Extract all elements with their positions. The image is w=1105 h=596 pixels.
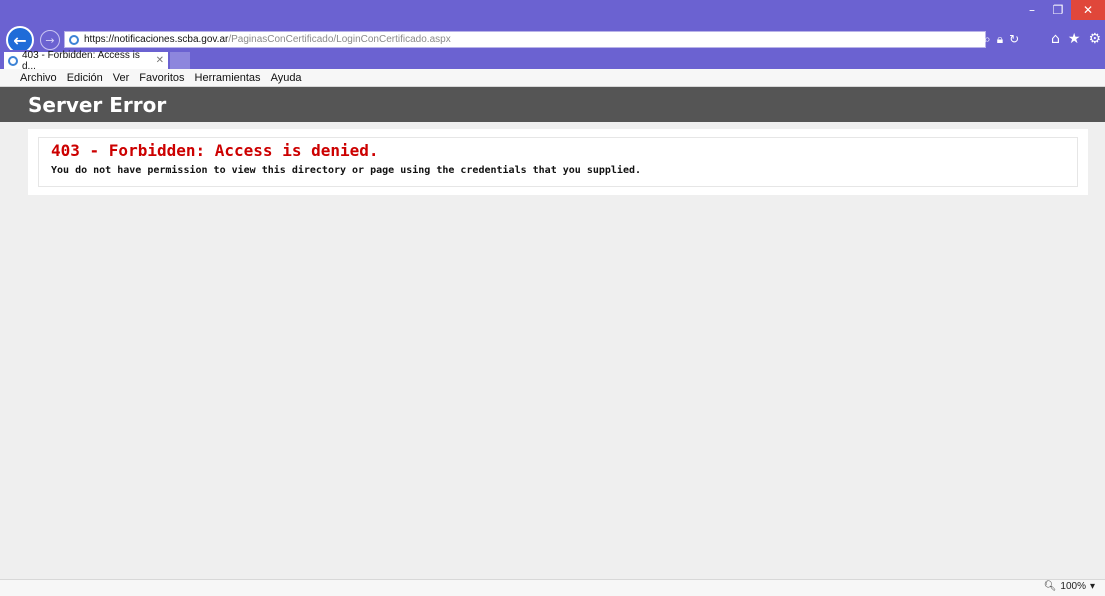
back-arrow-icon: ← [13,30,27,50]
gear-icon[interactable]: ⚙ [1088,31,1101,47]
browser-toolbar: ⌂ ★ ⚙ [1051,30,1101,48]
menu-item-ver[interactable]: Ver [113,72,130,84]
menu-item-ayuda[interactable]: Ayuda [271,72,302,84]
url-path: /PaginasConCertificado/LoginConCertifica… [228,34,451,45]
error-box: 403 - Forbidden: Access is denied. You d… [38,137,1078,187]
error-title: 403 - Forbidden: Access is denied. [51,141,379,160]
forward-arrow-icon: → [45,33,55,47]
search-icon[interactable]: ⌕ [984,32,991,47]
zoom-control[interactable]: 🔍︎ 100% ▾ [1044,581,1095,592]
close-icon[interactable]: ✕ [1071,0,1105,20]
page-header: Server Error [0,87,1105,122]
restore-icon[interactable]: ❐ [1045,0,1071,20]
chevron-down-icon: ▾ [1089,581,1095,592]
window-controls: – ❐ ✕ [1019,0,1105,20]
url-host: https://notificaciones.scba.gov.ar [84,34,229,45]
ie-tab-icon [8,55,18,66]
zoom-icon: 🔍︎ [1043,581,1057,592]
favorites-star-icon[interactable]: ★ [1068,31,1081,47]
forward-button[interactable]: → [40,30,60,50]
page-title: Server Error [28,92,167,117]
home-icon[interactable]: ⌂ [1051,31,1060,47]
error-message: You do not have permission to view this … [51,165,642,176]
refresh-icon[interactable]: ↻ [1009,32,1019,46]
minimize-icon[interactable]: – [1019,0,1045,20]
browser-titlebar: – ❐ ✕ ← → https://notificaciones.scba.go… [0,0,1105,54]
menu-bar: Archivo Edición Ver Favoritos Herramient… [0,69,1105,87]
menu-item-edicion[interactable]: Edición [67,72,103,84]
menu-item-herramientas[interactable]: Herramientas [195,72,261,84]
content-panel: 403 - Forbidden: Access is denied. You d… [28,129,1088,195]
new-tab-button[interactable] [170,52,190,69]
ie-page-icon [69,34,79,45]
address-bar[interactable]: https://notificaciones.scba.gov.ar /Pagi… [64,31,986,48]
status-bar: 🔍︎ 100% ▾ [0,579,1105,596]
zoom-level: 100% [1060,581,1086,592]
menu-item-archivo[interactable]: Archivo [20,72,57,84]
tab-active[interactable]: 403 - Forbidden: Access is d... ✕ [4,50,168,72]
tab-close-icon[interactable]: ✕ [156,55,164,66]
address-bar-actions: ⌕ 🔒︎ ↻ [984,30,1034,48]
menu-item-favoritos[interactable]: Favoritos [139,72,184,84]
tab-row: 403 - Forbidden: Access is d... ✕ [0,50,1105,72]
lock-icon[interactable]: 🔒︎ [997,32,1003,47]
